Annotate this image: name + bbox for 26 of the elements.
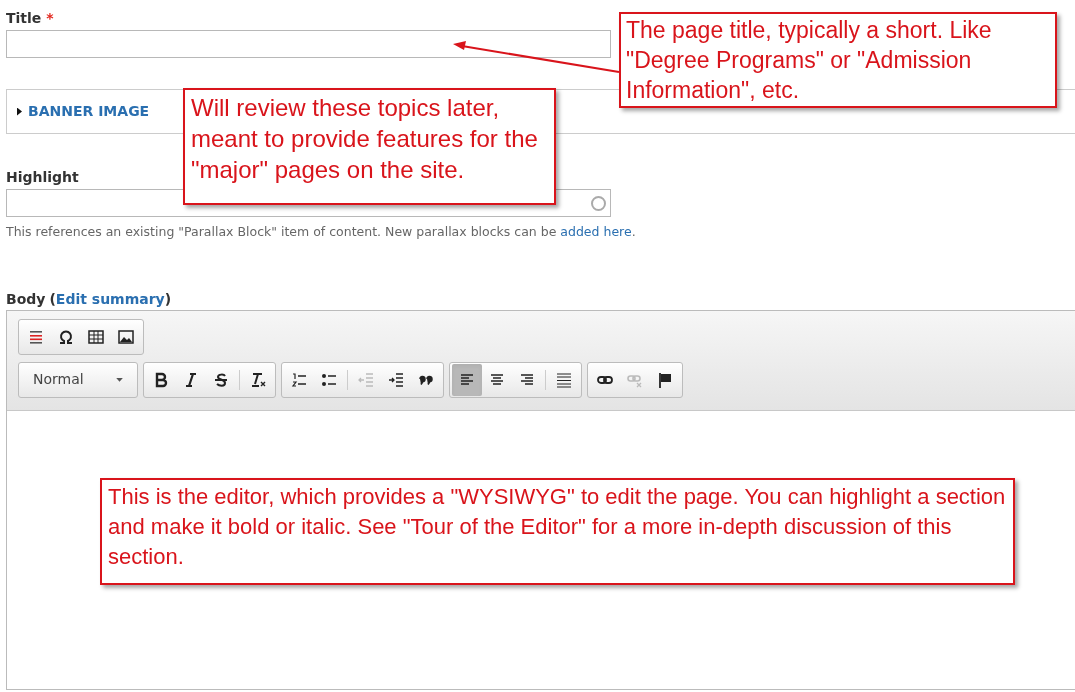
callout-box: This is the editor, which provides a "WYSIWYG" to edit the page. You can highlight a section and make it bold or italic. See "Tour of the Editor" for a more in-depth discussion of this section. [100, 478, 1015, 585]
outdent-icon [357, 370, 375, 389]
table-icon [87, 327, 105, 346]
caret-icon [116, 377, 123, 382]
field-label: Highlight [6, 168, 79, 187]
clear-format-icon [249, 370, 267, 389]
section-link[interactable]: BANNER IMAGE [28, 101, 150, 122]
callout-box: Will review these topics later, meant to provide features for the "major" pages on the site. [183, 88, 556, 205]
toolbar-button[interactable] [452, 363, 482, 396]
throbber-icon [591, 195, 606, 211]
image-icon [117, 327, 135, 346]
help-link[interactable]: added here [560, 224, 632, 239]
format-dropdown[interactable]: Normal [18, 361, 138, 398]
paren-text: ) [164, 289, 172, 309]
callout-box: The page title, typically a short. Like "Degree Programs" or "Admission Information", etc. [619, 12, 1057, 108]
required-mark: * [46, 9, 54, 28]
input-field[interactable] [6, 30, 611, 58]
summary-link[interactable]: Edit summary [55, 288, 165, 310]
flag-icon [656, 370, 674, 389]
horizontal-line-icon [555, 370, 573, 389]
help-text: This references an existing "Parallax Block" item of content. New parallax blocks can be added here. [6, 223, 637, 241]
paren-text: ( [49, 289, 56, 309]
indent-icon [387, 370, 405, 389]
field-label: Body [6, 289, 46, 309]
field-label: Title [6, 9, 42, 28]
numbered-list-icon [290, 370, 308, 389]
